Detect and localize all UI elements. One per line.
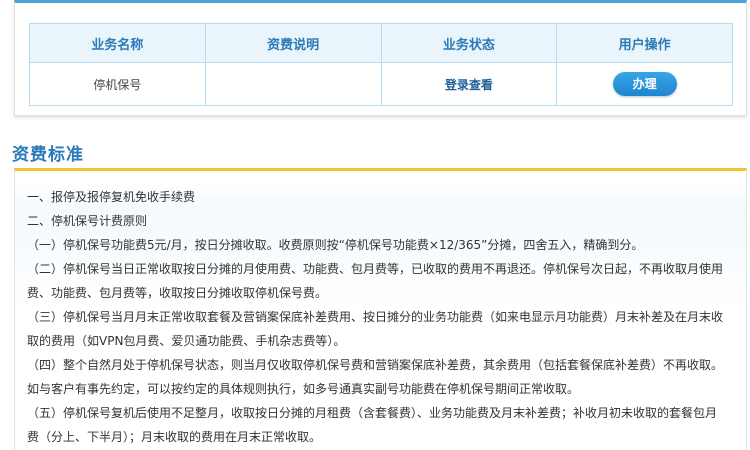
cell-user-action: 办理	[556, 62, 733, 106]
rule-item: （二）停机保号当日正常收取按日分摊的月使用费、功能费、包月费等，已收取的费用不再…	[27, 262, 724, 300]
cell-business-status: 登录查看	[380, 62, 558, 106]
rule-item: （一）停机保号功能费5元/月，按日分摊收取。收费原则按“停机保号功能费×12/3…	[27, 238, 644, 252]
section-title: 资费标准	[12, 145, 84, 165]
cell-business-name: 停机保号	[29, 62, 206, 106]
fee-rules: 一、报停及报停复机免收手续费 二、停机保号计费原则 （一）停机保号功能费5元/月…	[27, 185, 727, 449]
rule-item: （五）停机保号复机后使用不足整月，收取按日分摊的月租费（含套餐费）、业务功能费及…	[27, 406, 718, 444]
page: 业务名称 资费说明 业务状态 用户操作 停机保号 登录查看 办理 资费标准 一、…	[0, 0, 750, 450]
cell-fee-description	[204, 62, 382, 106]
header-business-status: 业务状态	[380, 23, 558, 63]
table-header-row: 业务名称 资费说明 业务状态 用户操作	[29, 23, 733, 63]
business-table: 业务名称 资费说明 业务状态 用户操作 停机保号 登录查看 办理	[29, 23, 733, 106]
rule-item: （四）整个自然月处于停机保号状态，则当月仅收取停机保号费和营销案保底补差费，其余…	[27, 358, 724, 396]
login-to-view-link[interactable]: 登录查看	[445, 78, 493, 92]
table-row: 停机保号 登录查看 办理	[29, 62, 733, 106]
fee-standard-panel: 一、报停及报停复机免收手续费 二、停机保号计费原则 （一）停机保号功能费5元/月…	[14, 168, 747, 450]
header-business-name: 业务名称	[29, 23, 206, 63]
business-panel: 业务名称 资费说明 业务状态 用户操作 停机保号 登录查看 办理	[14, 0, 747, 116]
rule-item: （三）停机保号当月月末正常收取套餐及营销案保底补差费用、按日摊分的业务功能费（如…	[27, 310, 724, 348]
header-user-action: 用户操作	[556, 23, 733, 63]
rule-item: 二、停机保号计费原则	[27, 214, 148, 228]
header-fee-description: 资费说明	[204, 23, 382, 63]
rule-item: 一、报停及报停复机免收手续费	[27, 190, 196, 204]
handle-button[interactable]: 办理	[612, 72, 677, 96]
